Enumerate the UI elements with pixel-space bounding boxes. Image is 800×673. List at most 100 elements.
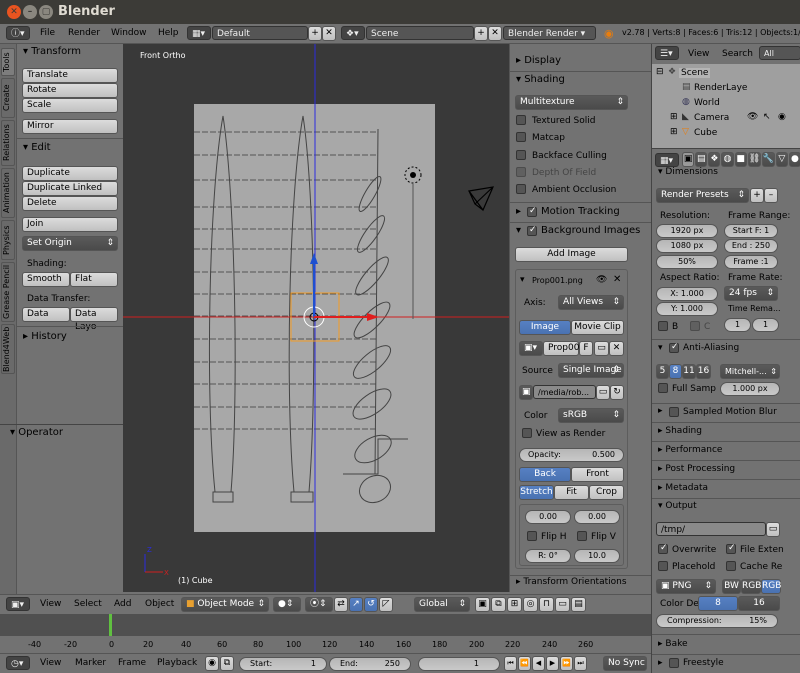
frame-step-field[interactable]: Frame :1	[724, 255, 778, 269]
front-button[interactable]: Front	[571, 467, 624, 482]
object-tab-icon[interactable]: ■	[734, 152, 747, 167]
resolution-x-field[interactable]: 1920 px	[656, 224, 718, 238]
background-images-panel-header[interactable]: ▾	[516, 225, 521, 236]
jump-start-icon[interactable]: ⏮	[504, 656, 517, 671]
timeline-menu-playback[interactable]: Playback	[157, 658, 197, 668]
color-space-dropdown[interactable]: sRGB ⇕	[558, 408, 624, 423]
constraints-tab-icon[interactable]: ⛓	[747, 152, 761, 167]
scale-button[interactable]: Scale	[22, 98, 118, 113]
render-tab-icon[interactable]: ▣	[682, 152, 695, 167]
layout-add-icon[interactable]: +	[308, 26, 322, 41]
crop-checkbox[interactable]: C	[704, 322, 710, 332]
image-datablock-field[interactable]: Prop00	[543, 341, 579, 356]
outliner-item-scene[interactable]: Scene	[679, 68, 711, 78]
output-path-field[interactable]: /tmp/	[656, 522, 766, 536]
backface-culling-checkbox[interactable]: Backface Culling	[532, 151, 607, 161]
preset-add-icon[interactable]: +	[750, 188, 764, 203]
menu-render[interactable]: Render	[68, 28, 100, 38]
tab-blend4web[interactable]: Blend4Web	[1, 324, 15, 374]
compression-slider[interactable]: Compression: 15%	[656, 614, 778, 628]
outliner-item-world[interactable]: World	[694, 98, 720, 108]
opengl-render-icon[interactable]: ▤	[571, 597, 586, 612]
data-button[interactable]: Data	[22, 307, 70, 322]
duplicate-linked-button[interactable]: Duplicate Linked	[22, 181, 118, 196]
image-browse-icon[interactable]: ▣▾	[519, 341, 543, 356]
anti-aliasing-label[interactable]: Anti-Aliasing	[683, 343, 739, 353]
3d-view-menu-select[interactable]: Select	[74, 599, 102, 609]
layer-toggle-icon[interactable]: ▣	[475, 597, 490, 612]
transform-orientations-header[interactable]: ▸ Transform Orientations	[516, 577, 627, 587]
pack-icon[interactable]: ▣	[519, 385, 533, 400]
data-layout-button[interactable]: Data Layo	[70, 307, 118, 332]
close-window-icon[interactable]: ✕	[7, 5, 21, 19]
frame-end-field[interactable]: End : 250	[724, 239, 778, 253]
frame-start-field[interactable]: Start F: 1	[724, 224, 778, 238]
viewport-shading-dropdown[interactable]: ●⇕	[273, 597, 301, 612]
scene-select[interactable]: Scene	[366, 26, 474, 40]
translate-manipulator-icon[interactable]: ↗	[349, 597, 363, 612]
remove-image-icon[interactable]: ✕	[613, 274, 621, 285]
set-origin-dropdown[interactable]: Set Origin ⇕	[22, 236, 118, 251]
interaction-mode-dropdown[interactable]: ■ Object Mode ⇕	[181, 597, 269, 612]
preview-range-icon[interactable]: ⧉	[220, 656, 234, 671]
history-panel-header[interactable]: ▸ History	[23, 331, 67, 342]
back-button[interactable]: Back	[519, 467, 571, 482]
image-source-tab[interactable]: Image	[519, 320, 571, 335]
scene-icon[interactable]: ❖▾	[341, 26, 365, 40]
join-button[interactable]: Join	[22, 217, 118, 232]
frame-rate-dropdown[interactable]: 24 fps ⇕	[724, 286, 778, 301]
fake-user-button[interactable]: F	[579, 341, 593, 356]
resolution-percentage-field[interactable]: 50%	[656, 255, 718, 269]
sampled-motion-blur-header[interactable]: ▸	[658, 406, 663, 416]
outliner-display-mode[interactable]: All Scene	[759, 46, 800, 72]
freestyle-label[interactable]: Freestyle	[683, 658, 724, 668]
render-presets-dropdown[interactable]: Render Presets ⇕	[656, 188, 749, 203]
timeline-menu-frame[interactable]: Frame	[118, 658, 146, 668]
layout-grid-icon[interactable]: ▦▾	[187, 26, 211, 40]
frame-end-stepper[interactable]: End: 250	[329, 657, 411, 671]
tab-tools[interactable]: Tools	[1, 48, 15, 76]
aspect-y-field[interactable]: Y: 1.000	[656, 302, 718, 316]
view-as-render-checkbox[interactable]: View as Render	[536, 429, 605, 439]
source-dropdown[interactable]: Single Image ⇕	[558, 363, 624, 378]
tab-create[interactable]: Create	[1, 78, 15, 118]
render-engine-select[interactable]: Blender Render ▾	[503, 26, 596, 40]
jump-keyframe-forward-icon[interactable]: ⏩	[560, 656, 573, 671]
rotate-manipulator-icon[interactable]: ↺	[364, 597, 378, 612]
metadata-header[interactable]: ▸ Metadata	[658, 483, 708, 493]
proportional-edit-icon[interactable]: ◎	[523, 597, 538, 612]
file-extensions-checkbox[interactable]: File Exten	[740, 545, 784, 555]
3d-view-menu-object[interactable]: Object	[145, 599, 174, 609]
aa-filter-dropdown[interactable]: Mitchell-... ⇕	[720, 364, 780, 379]
properties-editor-icon[interactable]: ▦▾	[655, 153, 679, 167]
layout-select[interactable]: Default	[212, 26, 308, 40]
preset-remove-icon[interactable]: –	[764, 188, 778, 203]
current-frame-stepper[interactable]: 1	[418, 657, 500, 671]
sync-mode-dropdown[interactable]: No Sync	[603, 656, 647, 671]
border-checkbox[interactable]: B	[672, 322, 678, 332]
stretch-button[interactable]: Stretch	[519, 485, 554, 500]
3d-view-editor-icon[interactable]: ▣▾	[6, 597, 30, 611]
record-icon[interactable]: ◉	[205, 656, 219, 671]
timeline-track[interactable]	[0, 614, 651, 636]
overwrite-checkbox[interactable]: Overwrite	[672, 545, 716, 555]
camera-visibility-icon[interactable]: 👁	[747, 112, 758, 122]
data-tab-icon[interactable]: ▽	[775, 152, 788, 167]
menu-window[interactable]: Window	[111, 28, 147, 38]
filepath-browse-icon[interactable]: ▭	[596, 385, 610, 400]
color-depth-8-button[interactable]: 8	[698, 596, 738, 611]
motion-tracking-panel-header[interactable]: ▸	[516, 206, 521, 217]
operator-panel-header[interactable]: ▾ Operator	[10, 427, 63, 438]
edit-panel-header[interactable]: ▾ Edit	[23, 142, 51, 153]
size-field[interactable]: 10.0	[574, 549, 620, 563]
timeline-menu-view[interactable]: View	[40, 658, 61, 668]
outliner-item-cube[interactable]: Cube	[694, 128, 717, 138]
open-folder-icon[interactable]: ▭	[594, 341, 609, 356]
duplicate-button[interactable]: Duplicate	[22, 166, 118, 181]
output-path-browse-icon[interactable]: ▭	[766, 522, 780, 537]
tab-grease-pencil[interactable]: Grease Pencil	[1, 262, 15, 322]
opacity-slider[interactable]: Opacity: 0.500	[519, 448, 624, 462]
performance-header[interactable]: ▸ Performance	[658, 445, 722, 455]
aa-samples-16[interactable]: 16	[696, 364, 711, 379]
camera-render-icon[interactable]: ◉	[778, 112, 786, 122]
